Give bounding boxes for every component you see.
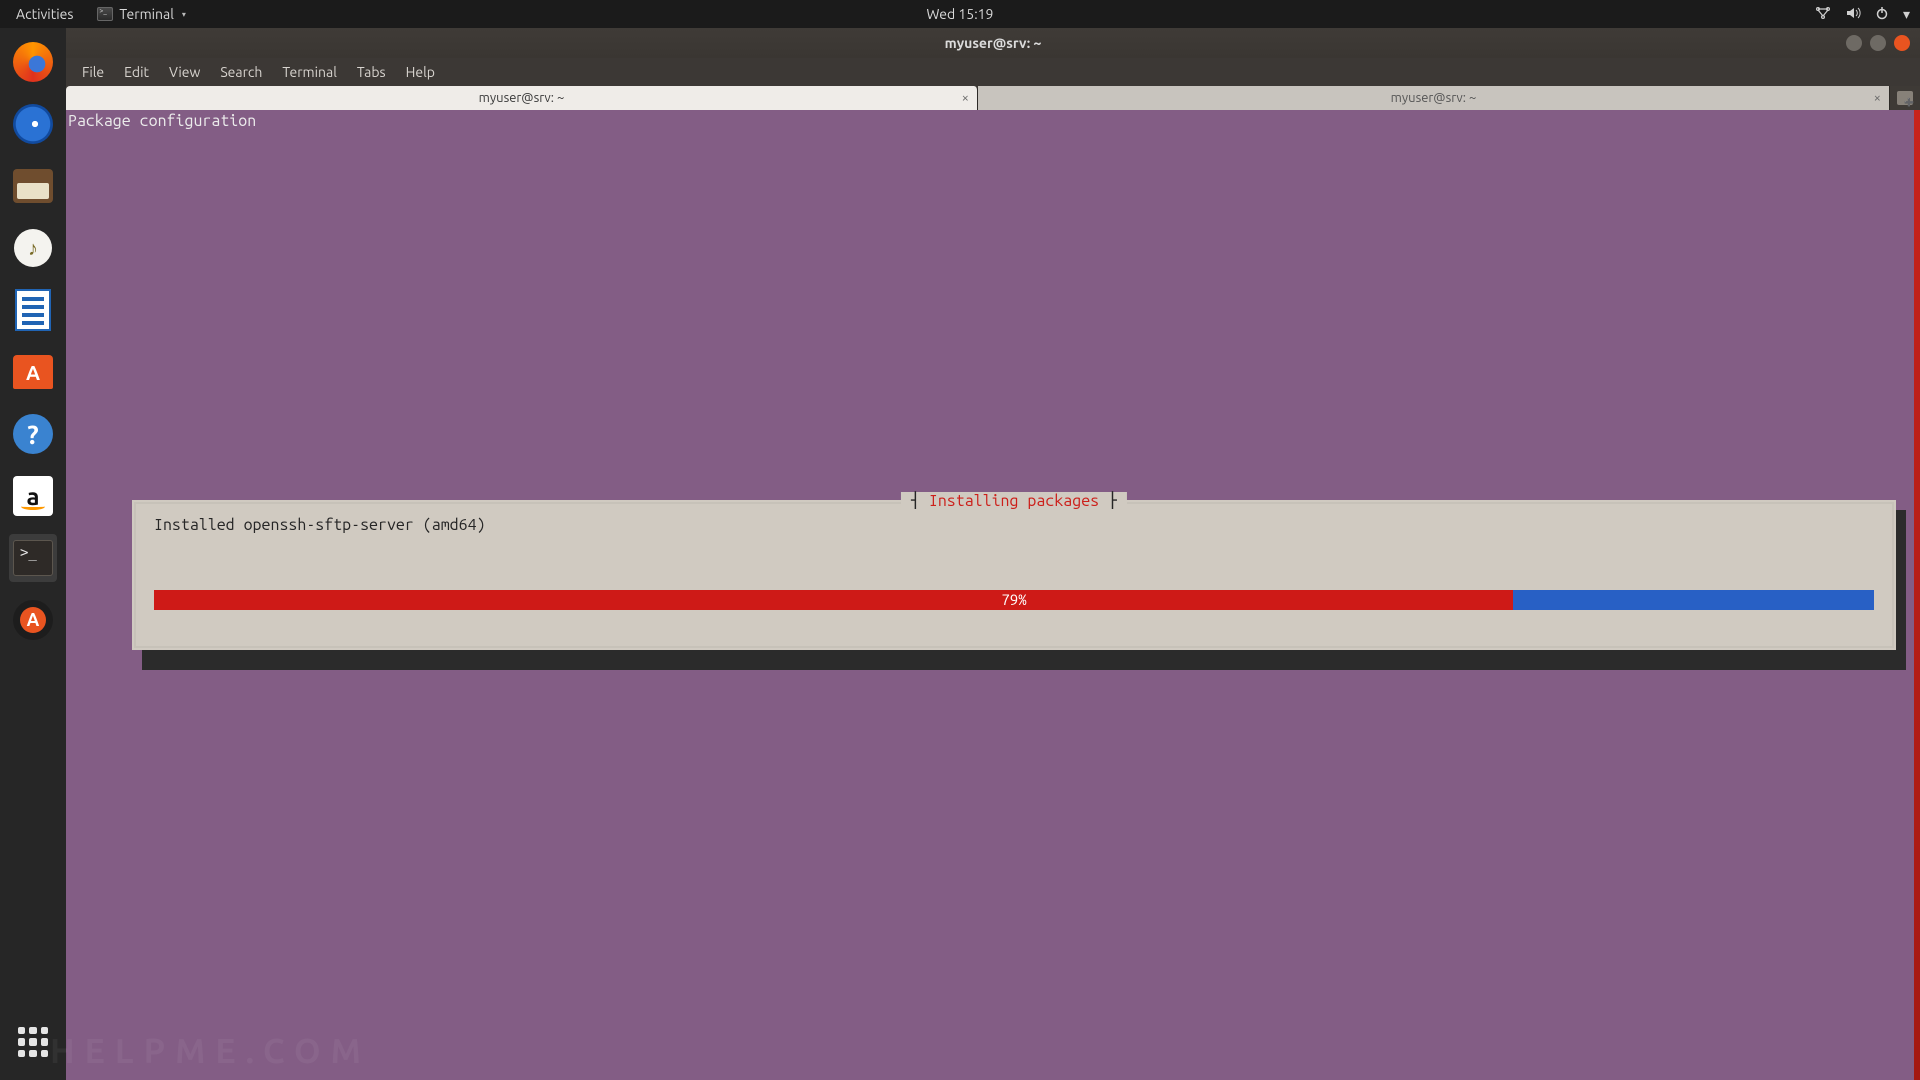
show-apps-icon[interactable] — [9, 1018, 57, 1066]
window-title: myuser@srv: ~ — [945, 35, 1042, 51]
terminal-menubar: File Edit View Search Terminal Tabs Help — [66, 58, 1920, 86]
tab-inactive-label: myuser@srv: ~ — [1391, 91, 1477, 105]
activities-button[interactable]: Activities — [10, 6, 79, 22]
terminal-body[interactable]: Package configuration ┤ Installing packa… — [66, 110, 1920, 1080]
sound-icon — [1845, 6, 1861, 23]
updater-icon[interactable]: A — [9, 596, 57, 644]
menu-file[interactable]: File — [74, 64, 112, 80]
tab-active-label: myuser@srv: ~ — [479, 91, 565, 105]
top-panel: Activities Terminal ▾ Wed 15:19 ▾ — [0, 0, 1920, 28]
menu-edit[interactable]: Edit — [116, 64, 157, 80]
terminal-app-icon — [97, 7, 113, 21]
software-icon[interactable] — [9, 348, 57, 396]
dialog-status-line: Installed openssh-sftp-server (amd64) — [154, 516, 486, 534]
terminal-icon[interactable] — [9, 534, 57, 582]
window-titlebar: myuser@srv: ~ — [66, 28, 1920, 58]
progress-bar-fill — [154, 590, 1513, 610]
app-menu[interactable]: Terminal ▾ — [97, 6, 186, 22]
help-icon[interactable]: ? — [9, 410, 57, 458]
firefox-icon[interactable] — [9, 38, 57, 86]
dialog-title: ┤ Installing packages ├ — [901, 492, 1127, 510]
debconf-dialog: ┤ Installing packages ├ Installed openss… — [132, 500, 1896, 650]
terminal-tabbar: myuser@srv: ~ × myuser@srv: ~ × — [66, 86, 1920, 110]
new-tab-button[interactable] — [1890, 86, 1920, 110]
clock-label[interactable]: Wed 15:19 — [927, 6, 994, 22]
menu-view[interactable]: View — [161, 64, 208, 80]
window-close-button[interactable] — [1894, 35, 1910, 51]
thunderbird-icon[interactable] — [9, 100, 57, 148]
power-icon — [1875, 6, 1889, 23]
launcher-dock: ♪ ? a A — [0, 28, 66, 1080]
app-menu-label: Terminal — [119, 6, 174, 22]
amazon-icon[interactable]: a — [9, 472, 57, 520]
tab-close-icon[interactable]: × — [1874, 91, 1881, 105]
menu-help[interactable]: Help — [398, 64, 443, 80]
menu-tabs[interactable]: Tabs — [349, 64, 394, 80]
chevron-down-icon: ▾ — [1903, 6, 1910, 23]
menu-search[interactable]: Search — [212, 64, 270, 80]
progress-bar — [154, 590, 1874, 610]
tab-close-icon[interactable]: × — [962, 91, 969, 105]
system-status-area[interactable]: ▾ — [1815, 6, 1910, 23]
window-minimize-button[interactable] — [1846, 35, 1862, 51]
rhythmbox-icon[interactable]: ♪ — [9, 224, 57, 272]
package-configuration-label: Package configuration — [68, 112, 256, 130]
network-icon — [1815, 6, 1831, 23]
new-tab-icon — [1897, 91, 1913, 105]
scrollbar[interactable] — [1914, 110, 1920, 1080]
chevron-down-icon: ▾ — [182, 10, 186, 19]
menu-terminal[interactable]: Terminal — [274, 64, 345, 80]
files-icon[interactable] — [9, 162, 57, 210]
terminal-window: myuser@srv: ~ File Edit View Search Term… — [66, 28, 1920, 1080]
tab-inactive[interactable]: myuser@srv: ~ × — [978, 86, 1890, 110]
writer-icon[interactable] — [9, 286, 57, 334]
tab-active[interactable]: myuser@srv: ~ × — [66, 86, 978, 110]
window-maximize-button[interactable] — [1870, 35, 1886, 51]
